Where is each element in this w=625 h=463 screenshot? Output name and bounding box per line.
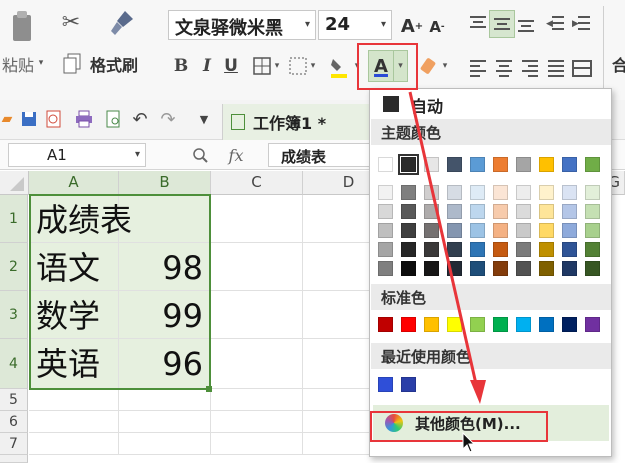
annotation-arrow <box>408 91 486 404</box>
mouse-cursor-icon <box>462 432 476 453</box>
